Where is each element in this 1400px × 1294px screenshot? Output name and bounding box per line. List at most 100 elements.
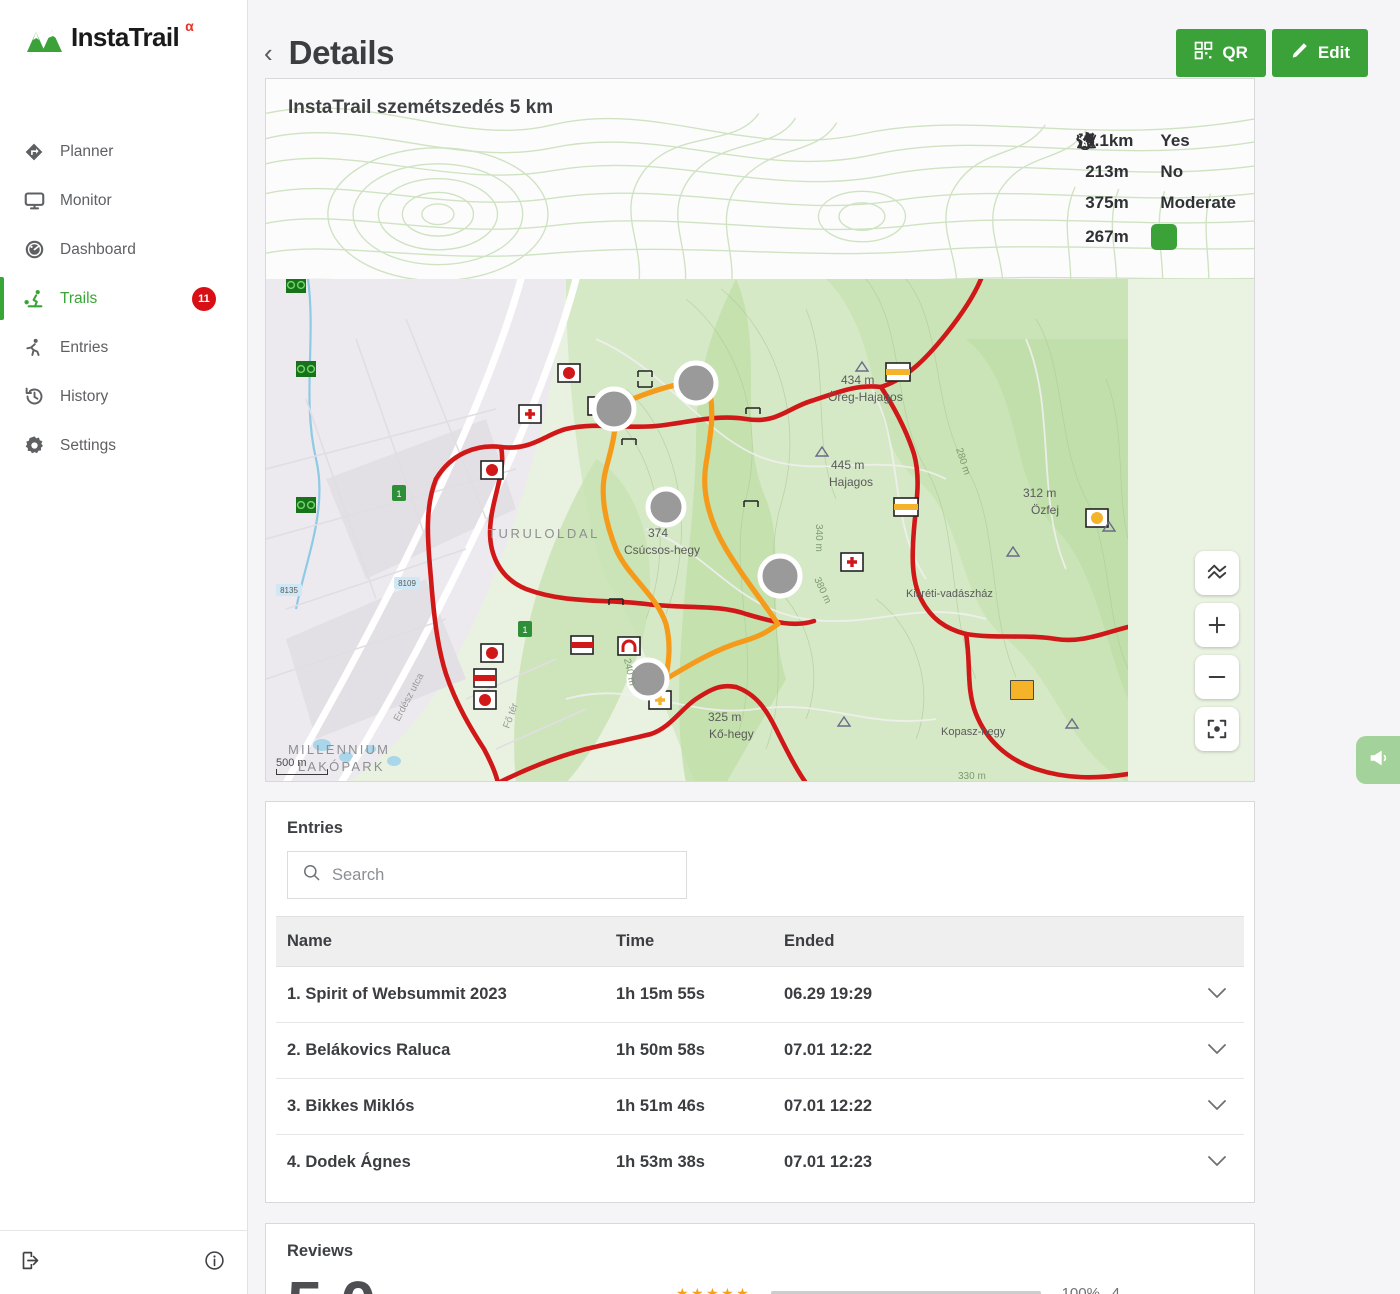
- recenter-icon[interactable]: [1195, 707, 1239, 751]
- sidebar-item-history[interactable]: History: [0, 372, 247, 421]
- table-row[interactable]: 3. Bikkes Miklós 1h 51m 46s 07.01 12:22: [276, 1078, 1244, 1135]
- chevron-down-icon[interactable]: [1044, 1135, 1244, 1191]
- reviews-average-score: 5.0: [287, 1272, 376, 1294]
- edit-button[interactable]: Edit: [1271, 29, 1368, 77]
- trails-count-badge: 11: [192, 286, 216, 311]
- svg-text:1: 1: [396, 489, 401, 499]
- sidebar-item-settings[interactable]: Settings: [0, 421, 247, 470]
- entries-table-head: Name Time Ended: [276, 916, 1244, 967]
- sidebar-item-label: Trails: [60, 289, 98, 307]
- zoom-out-icon[interactable]: [1195, 655, 1239, 699]
- svg-text:Özfej: Özfej: [1031, 503, 1059, 517]
- sidebar: InstaTrail α Planner Monitor Dashboard T…: [0, 0, 248, 1294]
- stat-value: No: [1160, 162, 1184, 181]
- table-row[interactable]: 1. Spirit of Websummit 2023 1h 15m 55s 0…: [276, 966, 1244, 1023]
- svg-text:Kő-hegy: Kő-hegy: [709, 727, 754, 741]
- col-expand: [1044, 916, 1244, 967]
- stat-descent: 267m: [1076, 131, 1133, 250]
- reviews-distribution: ★★★★★ 100% 4 ★★★★★ 0% 0 ★★★★★ 0%: [676, 1282, 1120, 1294]
- sidebar-item-label: History: [60, 387, 109, 405]
- entries-search[interactable]: [287, 851, 687, 899]
- entries-table: Name Time Ended 1. Spirit of Websummit 2…: [276, 916, 1244, 1190]
- zoom-in-icon[interactable]: [1195, 603, 1239, 647]
- qr-button-label: QR: [1222, 43, 1248, 62]
- entry-ended: 07.01 12:23: [784, 1153, 873, 1171]
- qr-code-icon: [1194, 41, 1213, 65]
- svg-text:434 m: 434 m: [841, 373, 874, 387]
- stat-value: 375m: [1085, 193, 1129, 212]
- info-icon[interactable]: [204, 1250, 225, 1276]
- sidebar-item-monitor[interactable]: Monitor: [0, 176, 247, 225]
- app-logo[interactable]: InstaTrail α: [0, 0, 247, 61]
- entry-name: 4. Dodek Ágnes: [287, 1153, 411, 1171]
- trail-map[interactable]: 1 1 8135 8109 TURULOLDAL MILLENNIUM LAKÓ…: [266, 279, 1254, 781]
- trail-card: InstaTrail szemétszedés 5 km 5.1km Yes 2…: [265, 78, 1255, 782]
- sidebar-item-label: Settings: [60, 436, 117, 454]
- logout-icon[interactable]: [20, 1250, 41, 1276]
- map-canvas: 1 1 8135 8109 TURULOLDAL MILLENNIUM LAKÓ…: [266, 279, 1131, 781]
- runner-icon: [24, 337, 50, 358]
- pencil-icon: [1290, 41, 1309, 65]
- qr-button[interactable]: QR: [1176, 29, 1266, 77]
- stat-ascent: 375m: [1076, 133, 1133, 213]
- map-scale-label: 500 m: [276, 757, 307, 769]
- stat-value: 267m: [1085, 227, 1129, 246]
- sidebar-footer: [0, 1230, 247, 1294]
- elevation-profile-icon[interactable]: [1195, 551, 1239, 595]
- gauge-icon: [24, 239, 50, 260]
- header-actions: QR Edit: [1176, 29, 1368, 77]
- table-row[interactable]: 2. Belákovics Raluca 1h 50m 58s 07.01 12…: [276, 1022, 1244, 1079]
- chevron-down-icon[interactable]: [1044, 966, 1244, 1023]
- entry-ended: 07.01 12:22: [784, 1022, 1044, 1079]
- navigation-icon: [24, 142, 50, 162]
- svg-text:8109: 8109: [398, 579, 416, 588]
- sidebar-item-label: Dashboard: [60, 240, 136, 258]
- sidebar-item-trails[interactable]: Trails 11: [0, 274, 247, 323]
- brand-alpha-tag: α: [185, 18, 194, 34]
- announcement-fab[interactable]: [1356, 736, 1400, 784]
- search-input[interactable]: [332, 865, 672, 885]
- table-row[interactable]: 4. Dodek Ágnes 1h 53m 38s 07.01 12:23: [276, 1135, 1244, 1191]
- monitor-icon: [24, 190, 50, 211]
- entry-ended: 06.29 19:29: [784, 966, 1044, 1023]
- hiker-icon: [1078, 132, 1178, 250]
- brand-label: InstaTrail: [71, 22, 180, 52]
- trail-topo-header: InstaTrail szemétszedés 5 km 5.1km Yes 2…: [266, 79, 1254, 279]
- reviews-title: Reviews: [287, 1242, 354, 1260]
- sidebar-item-dashboard[interactable]: Dashboard: [0, 225, 247, 274]
- svg-text:Csúcsos-hegy: Csúcsos-hegy: [624, 543, 700, 557]
- brand-name: InstaTrail α: [71, 19, 194, 52]
- col-ended: Ended: [784, 916, 1044, 967]
- entry-time: 1h 51m 46s: [616, 1078, 784, 1135]
- sidebar-item-entries[interactable]: Entries: [0, 323, 247, 372]
- sidebar-nav: Planner Monitor Dashboard Trails 11 Entr…: [0, 127, 247, 470]
- sidebar-item-label: Planner: [60, 142, 114, 160]
- entry-name: 1. Spirit of Websummit 2023: [276, 966, 616, 1023]
- main-content: ‹ Details QR Edit InstaTrail szemétszedé…: [248, 0, 1400, 1294]
- chevron-down-icon[interactable]: [1044, 1022, 1244, 1079]
- search-icon: [302, 863, 321, 887]
- table-header-row: Name Time Ended: [276, 916, 1244, 967]
- svg-text:1: 1: [522, 625, 527, 635]
- stat-difficulty: Moderate: [1077, 132, 1236, 213]
- chevron-down-icon[interactable]: [1044, 1078, 1244, 1135]
- history-icon: [24, 386, 50, 407]
- svg-text:325 m: 325 m: [708, 710, 741, 724]
- review-percent: 100%: [1061, 1285, 1100, 1294]
- entry-name: 2. Belákovics Raluca: [276, 1022, 616, 1079]
- page-header: ‹ Details QR Edit: [264, 0, 1400, 78]
- svg-text:374: 374: [648, 526, 668, 540]
- stat-accessible: No: [1079, 132, 1236, 182]
- entries-card: Entries Name Time Ended: [265, 801, 1255, 1203]
- back-button[interactable]: ‹: [264, 40, 273, 66]
- sidebar-item-planner[interactable]: Planner: [0, 127, 247, 176]
- mountain-logo-icon: [24, 26, 64, 61]
- stat-loop: Yes: [1078, 131, 1236, 151]
- map-controls: [1195, 551, 1239, 751]
- trail-stats: 5.1km Yes 213m No 375m Moderate 267m: [1076, 131, 1236, 250]
- entry-time: 1h 50m 58s: [616, 1022, 784, 1079]
- entries-title: Entries: [287, 819, 343, 837]
- svg-text:8135: 8135: [280, 586, 298, 595]
- page-title: Details: [288, 34, 395, 71]
- sidebar-item-label: Monitor: [60, 191, 112, 209]
